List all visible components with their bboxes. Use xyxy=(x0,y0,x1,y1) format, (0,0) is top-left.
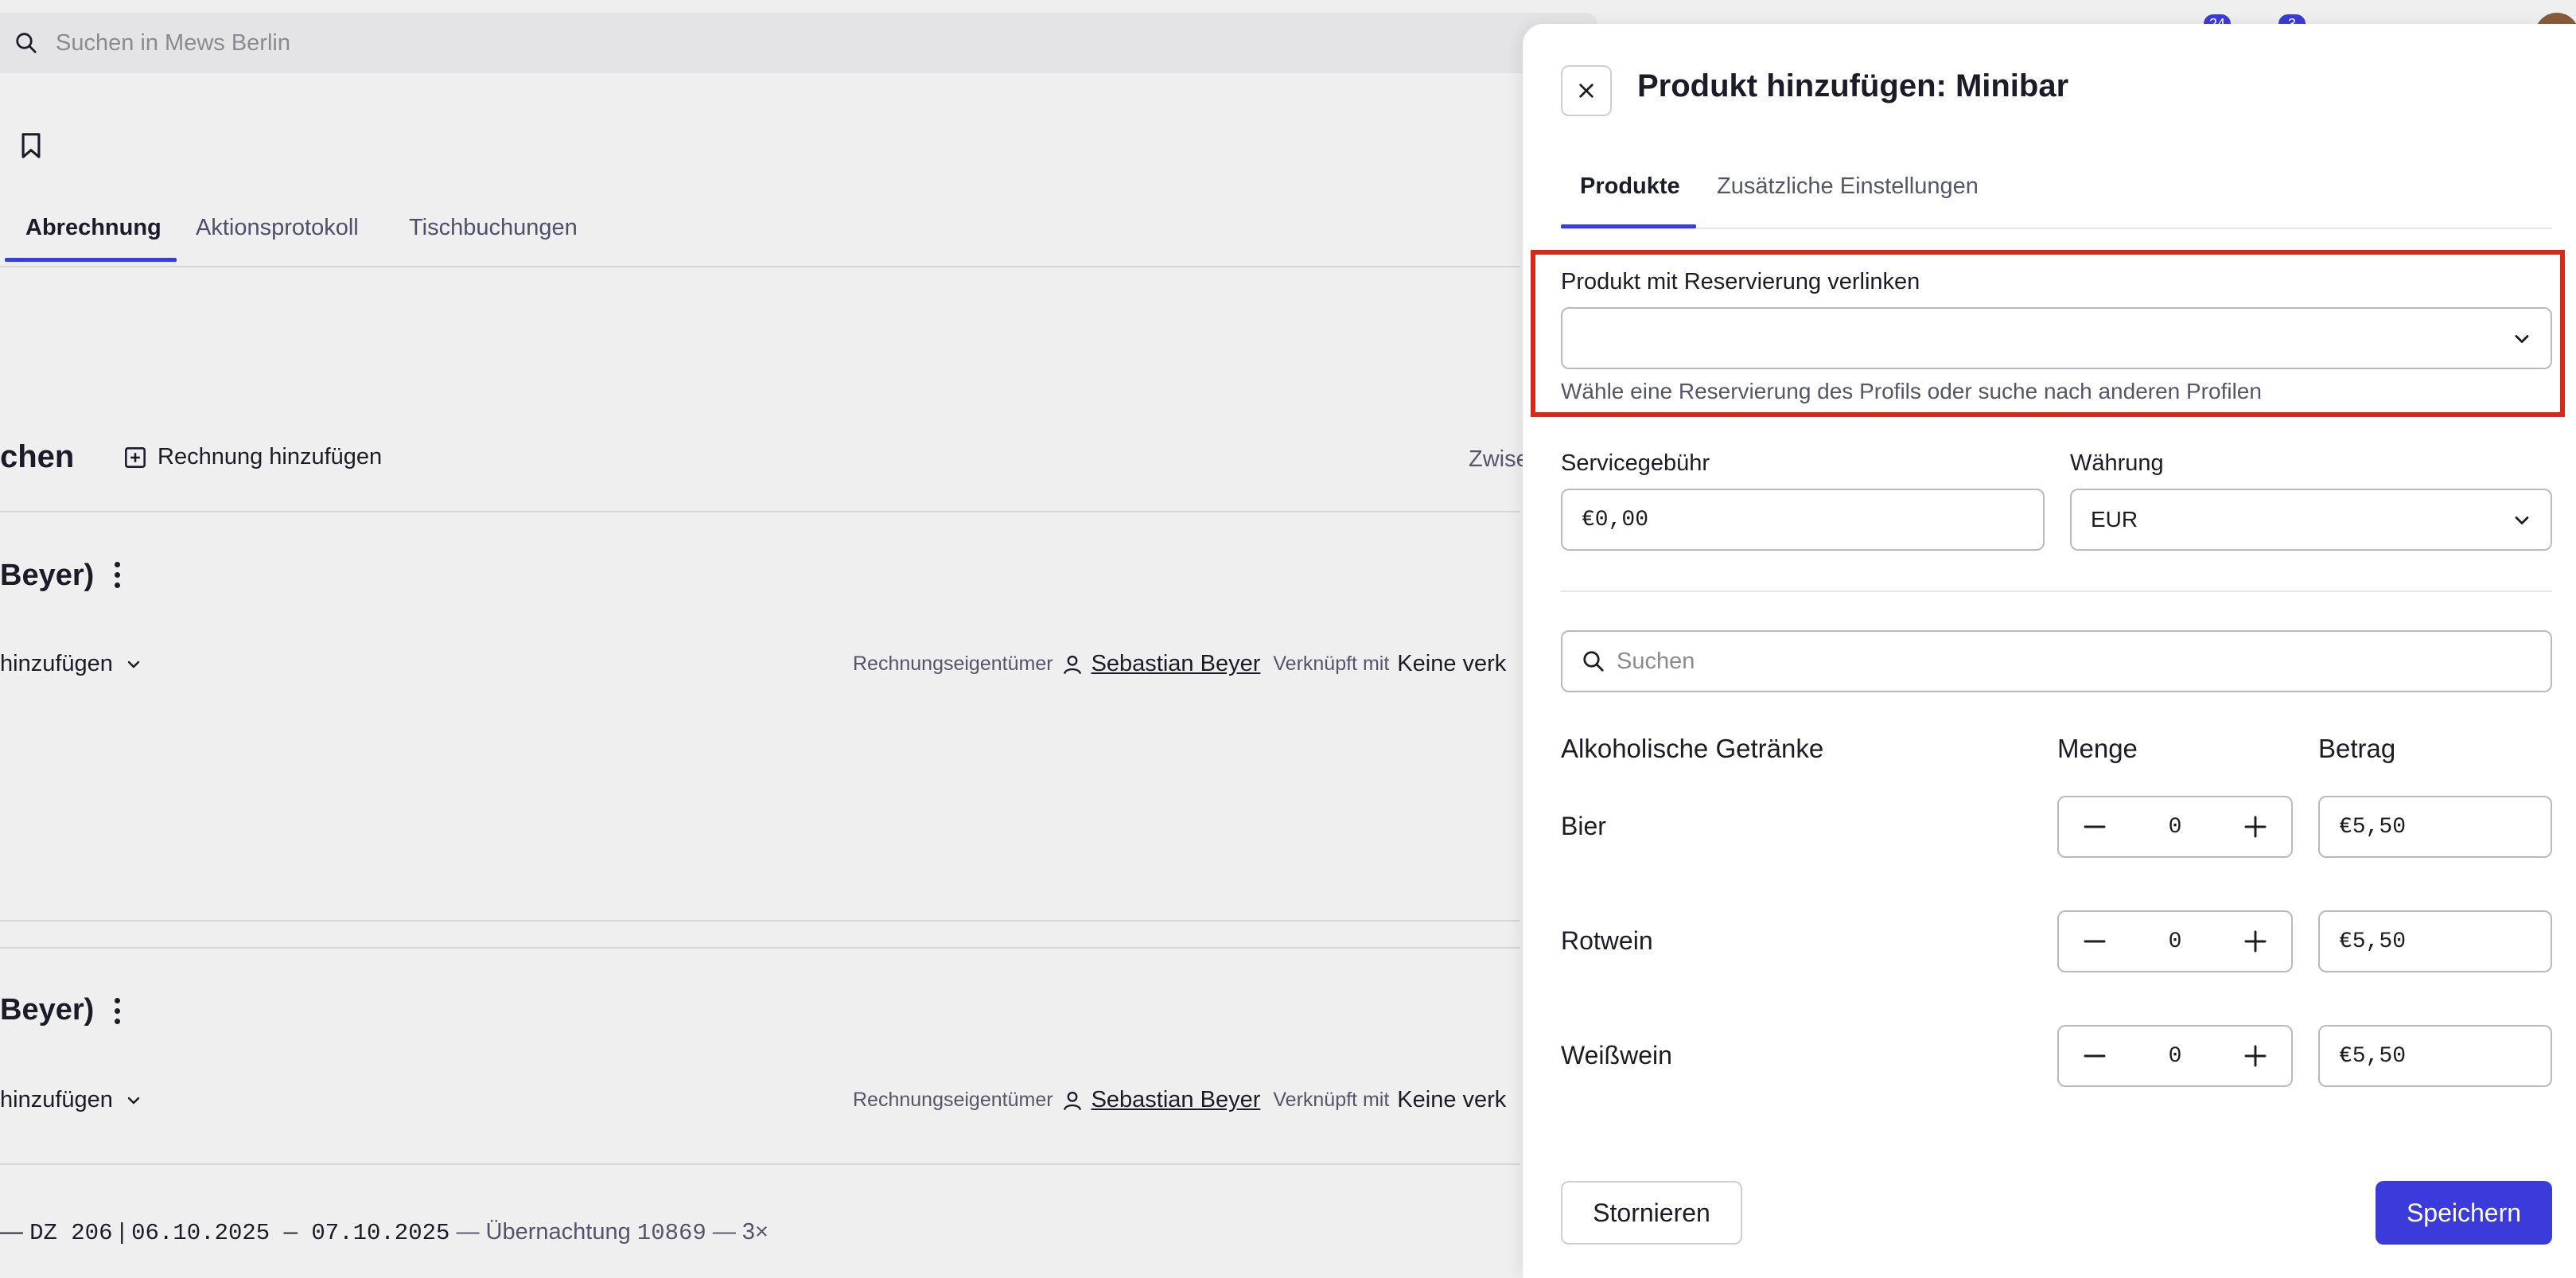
minus-icon xyxy=(2084,1054,2106,1058)
active-tab-indicator xyxy=(1561,224,1696,228)
link-reservation-hint: Wähle eine Reservierung des Profils oder… xyxy=(1561,379,2262,403)
reservation-product: — Übernachtung xyxy=(456,1219,631,1245)
linked-value: Keine verk xyxy=(1397,1087,1507,1112)
reservation-dates: 06.10.2025 — 07.10.2025 xyxy=(131,1220,450,1246)
currency-label: Währung xyxy=(2070,450,2164,476)
bill-add-dropdown[interactable]: hinzufügen xyxy=(0,651,143,677)
search-icon xyxy=(1583,651,1604,672)
reservation-line: — DZ 206 | 06.10.2025 — 07.10.2025 — Übe… xyxy=(0,1219,769,1246)
link-reservation-label: Produkt mit Reservierung verlinken xyxy=(1561,269,1920,294)
subtotal-label: Zwise xyxy=(1469,446,1529,472)
add-bill-label: Rechnung hinzufügen xyxy=(158,444,383,470)
active-tab-indicator xyxy=(5,258,177,262)
tab-tischbuchungen[interactable]: Tischbuchungen xyxy=(409,215,578,241)
plus-icon xyxy=(2244,816,2267,838)
service-fee-label: Servicegebühr xyxy=(1561,450,1710,476)
bookmark-icon[interactable] xyxy=(19,132,43,159)
add-product-dialog: Produkt hinzufügen: Minibar Produkte Zus… xyxy=(1523,24,2576,1278)
save-button[interactable]: Speichern xyxy=(2376,1181,2552,1245)
search-icon xyxy=(16,33,37,53)
increment-button[interactable] xyxy=(2220,1027,2291,1085)
tab-zusaetzliche-einstellungen[interactable]: Zusätzliche Einstellungen xyxy=(1717,173,1979,200)
add-bill-button[interactable]: Rechnung hinzufügen xyxy=(124,444,382,470)
plus-square-icon xyxy=(125,446,146,468)
bill-title: Beyer) xyxy=(0,559,95,592)
owner-link[interactable]: Sebastian Beyer xyxy=(1091,651,1261,677)
quantity-value[interactable]: 0 xyxy=(2130,797,2220,856)
linked-value: Keine verk xyxy=(1397,651,1507,676)
minus-icon xyxy=(2084,940,2106,943)
service-fee-field[interactable]: €0,00 xyxy=(1561,489,2045,551)
product-name: Rotwein xyxy=(1561,926,1653,955)
chevron-down-icon xyxy=(127,1097,140,1104)
owner-label: Rechnungseigentümer xyxy=(853,1089,1053,1111)
decrement-button[interactable] xyxy=(2059,1027,2130,1085)
currency-value: EUR xyxy=(2091,507,2138,532)
tab-aktionsprotokoll[interactable]: Aktionsprotokoll xyxy=(196,215,359,241)
section-title: chen xyxy=(0,439,75,474)
dialog-tabs: Produkte Zusätzliche Einstellungen xyxy=(1561,159,2552,229)
reservation-number: 10869 xyxy=(636,1220,706,1246)
chevron-down-icon xyxy=(127,660,140,668)
currency-select[interactable]: EUR xyxy=(2070,489,2552,551)
bill-add-dropdown[interactable]: hinzufügen xyxy=(0,1087,143,1113)
decrement-button[interactable] xyxy=(2059,797,2130,856)
quantity-stepper: 0 xyxy=(2057,796,2293,858)
amount-header: Betrag xyxy=(2318,734,2396,763)
bill-owner-row: Rechnungseigentümer Sebastian Beyer Verk… xyxy=(853,1087,1506,1113)
reservation-dash: — xyxy=(0,1219,23,1245)
quantity-value[interactable]: 0 xyxy=(2130,1027,2220,1085)
user-icon xyxy=(1063,1091,1081,1110)
plus-icon xyxy=(2244,1045,2267,1067)
product-search-input[interactable] xyxy=(1617,648,2492,675)
kebab-icon[interactable] xyxy=(115,562,120,588)
cancel-button[interactable]: Stornieren xyxy=(1561,1181,1742,1245)
linked-label: Verknüpft mit xyxy=(1273,1089,1390,1111)
kebab-icon[interactable] xyxy=(115,998,120,1024)
bill-title: Beyer) xyxy=(0,993,95,1027)
product-name: Weißwein xyxy=(1561,1041,1672,1070)
decrement-button[interactable] xyxy=(2059,912,2130,971)
divider xyxy=(0,511,1520,512)
global-search-bar[interactable]: Suchen in Mews Berlin xyxy=(0,13,1597,73)
reservation-separator: | xyxy=(119,1219,126,1245)
divider xyxy=(1561,590,2552,592)
amount-field[interactable]: €5,50 xyxy=(2318,1025,2552,1087)
category-header: Alkoholische Getränke xyxy=(1561,734,1824,763)
divider xyxy=(0,920,1520,921)
page-tabs: Abrechnung Aktionsprotokoll Tischbuchung… xyxy=(0,208,1520,267)
product-name: Bier xyxy=(1561,812,1606,840)
bill-owner-row: Rechnungseigentümer Sebastian Beyer Verk… xyxy=(853,651,1506,677)
plus-icon xyxy=(2244,930,2267,953)
close-icon xyxy=(1579,84,1593,98)
increment-button[interactable] xyxy=(2220,797,2291,856)
chevron-down-icon xyxy=(2515,516,2529,524)
linked-label: Verknüpft mit xyxy=(1273,653,1390,675)
quantity-value[interactable]: 0 xyxy=(2130,912,2220,971)
tab-abrechnung[interactable]: Abrechnung xyxy=(25,215,161,241)
quantity-stepper: 0 xyxy=(2057,1025,2293,1087)
user-icon xyxy=(1063,655,1081,674)
bill-add-label: hinzufügen xyxy=(0,651,113,676)
global-search-placeholder: Suchen in Mews Berlin xyxy=(56,29,290,56)
amount-field[interactable]: €5,50 xyxy=(2318,796,2552,858)
amount-field[interactable]: €5,50 xyxy=(2318,910,2552,972)
owner-link[interactable]: Sebastian Beyer xyxy=(1091,1087,1261,1113)
quantity-header: Menge xyxy=(2057,734,2138,763)
dialog-title: Produkt hinzufügen: Minibar xyxy=(1637,68,2069,103)
close-button[interactable] xyxy=(1561,65,1612,116)
tab-produkte[interactable]: Produkte xyxy=(1580,173,1680,200)
minus-icon xyxy=(2084,825,2106,828)
product-search[interactable] xyxy=(1561,630,2552,692)
divider xyxy=(0,1163,1520,1165)
reservation-count: — 3× xyxy=(712,1219,769,1245)
bill-add-label: hinzufügen xyxy=(0,1087,113,1112)
owner-label: Rechnungseigentümer xyxy=(853,653,1053,675)
reservation-room: DZ 206 xyxy=(29,1220,113,1246)
quantity-stepper: 0 xyxy=(2057,910,2293,972)
increment-button[interactable] xyxy=(2220,912,2291,971)
link-reservation-select[interactable] xyxy=(1561,307,2552,369)
chevron-down-icon xyxy=(2515,335,2529,343)
divider xyxy=(0,947,1520,949)
